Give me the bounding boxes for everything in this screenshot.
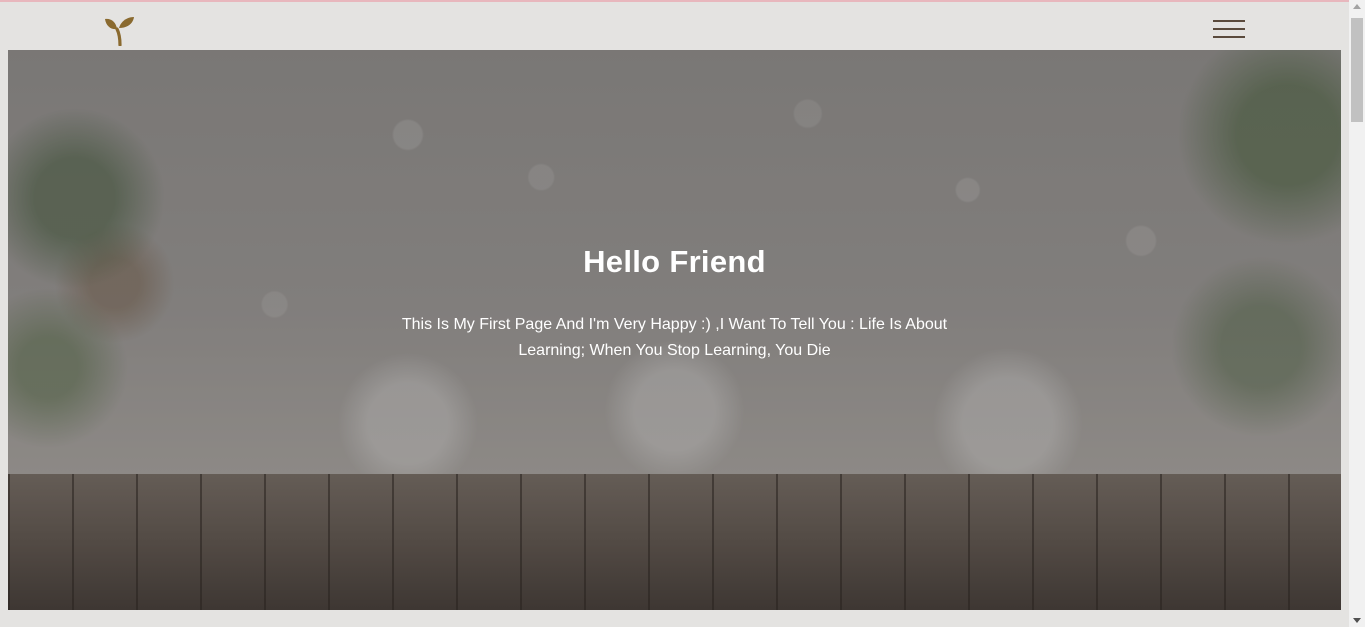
- hero-section: Hello Friend This Is My First Page And I…: [8, 50, 1341, 610]
- hamburger-menu-icon-line: [1213, 36, 1245, 38]
- hamburger-menu-icon-line: [1213, 20, 1245, 22]
- scroll-thumb[interactable]: [1351, 18, 1363, 122]
- site-header: [0, 2, 1349, 50]
- menu-button[interactable]: [1213, 18, 1247, 40]
- hero-content: Hello Friend This Is My First Page And I…: [8, 50, 1341, 610]
- hamburger-menu-icon-line: [1213, 28, 1245, 30]
- hero-text: This Is My First Page And I'm Very Happy…: [401, 316, 948, 359]
- hero-title: Hello Friend: [583, 244, 766, 279]
- logo-link[interactable]: [102, 14, 138, 47]
- sprout-icon: [105, 17, 134, 47]
- page-scrollbar[interactable]: [1349, 0, 1365, 627]
- scroll-down-arrow-icon[interactable]: [1353, 618, 1361, 623]
- scroll-up-arrow-icon[interactable]: [1353, 4, 1361, 9]
